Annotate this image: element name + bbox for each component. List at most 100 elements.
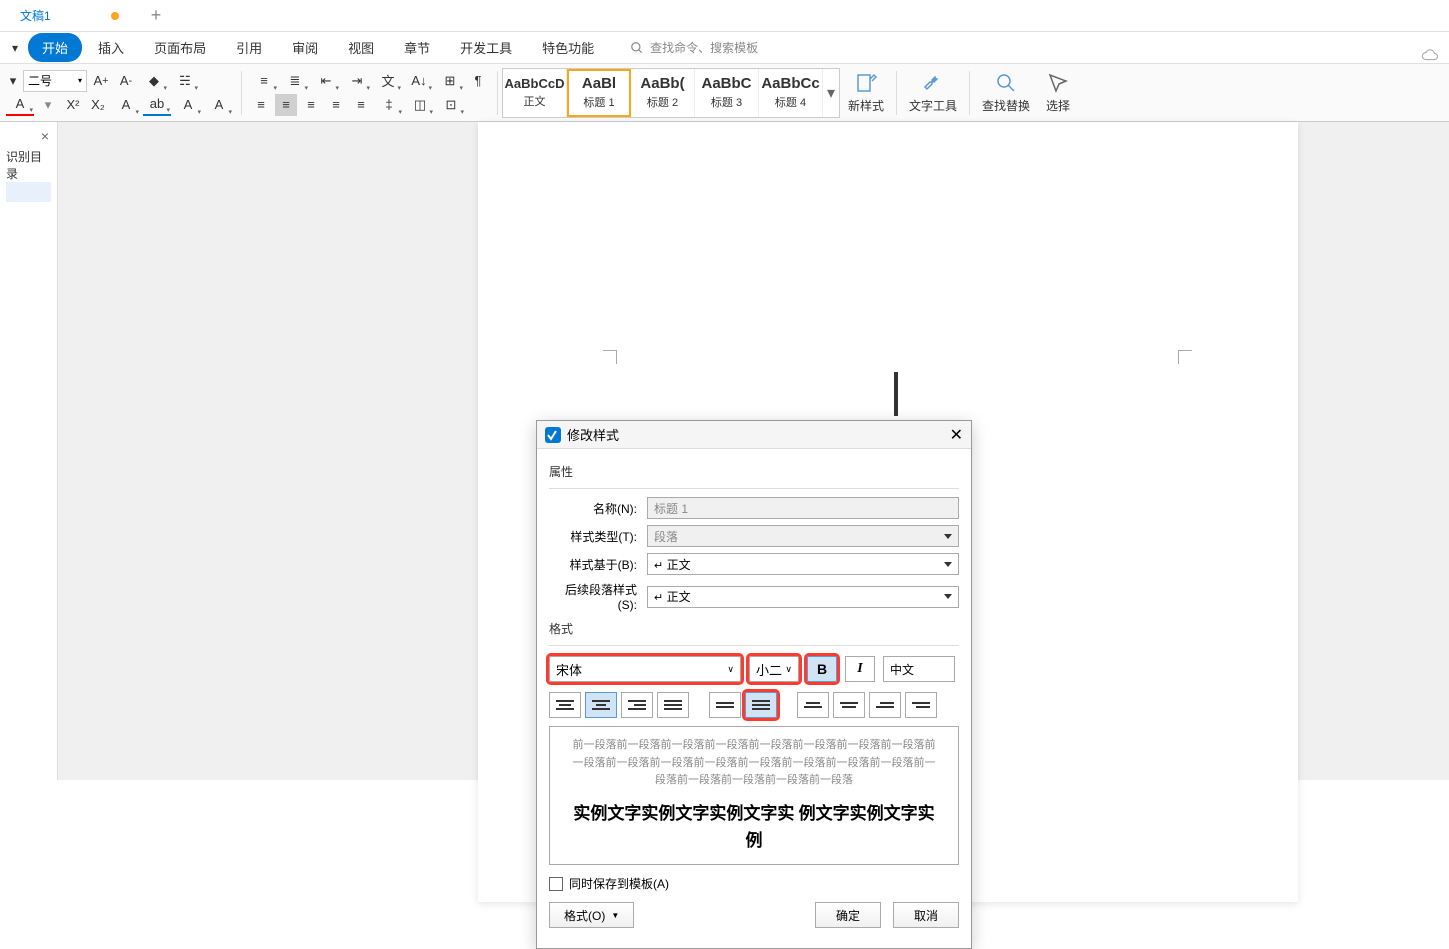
char-shading-icon[interactable]: A — [205, 94, 233, 116]
font-size-dialog-select[interactable]: 小二∨ — [749, 656, 799, 682]
numbering-icon[interactable]: ≣ — [281, 70, 309, 92]
menu-tab-ref[interactable]: 引用 — [222, 33, 276, 62]
menu-tab-special[interactable]: 特色功能 — [528, 33, 608, 62]
subscript-icon[interactable]: X₂ — [87, 94, 109, 116]
magnifier-icon — [994, 71, 1018, 95]
label-based: 样式基于(B): — [549, 556, 647, 573]
indent-before-inc[interactable] — [797, 692, 829, 718]
show-marks-icon[interactable]: ¶ — [467, 70, 489, 92]
format-menu-button[interactable]: 格式(O)▼ — [549, 902, 634, 928]
highlight-icon[interactable]: ab — [143, 94, 171, 116]
superscript-icon[interactable]: X² — [62, 94, 84, 116]
sidebar-close-icon[interactable]: × — [41, 128, 49, 144]
wrench-icon — [921, 71, 945, 95]
find-replace-button[interactable]: 查找替换 — [974, 71, 1038, 114]
dialog-align-right[interactable] — [621, 692, 653, 718]
style-heading4[interactable]: AaBbCc 标题 4 — [759, 69, 823, 117]
section-properties: 属性 — [549, 463, 959, 480]
new-style-icon — [854, 71, 878, 95]
add-tab-button[interactable]: + — [151, 5, 162, 26]
app-icon — [545, 427, 561, 443]
gallery-more-icon[interactable]: ▾ — [823, 69, 839, 117]
indent-after-dec[interactable] — [905, 692, 937, 718]
style-heading3[interactable]: AaBbC 标题 3 — [695, 69, 759, 117]
cursor-icon — [1046, 71, 1070, 95]
shading-icon[interactable]: ◫ — [406, 94, 434, 116]
sidebar-outline-title: 识别目录 — [6, 148, 51, 182]
type-select[interactable]: 段落 — [647, 525, 959, 547]
distribute-icon[interactable]: ≡ — [350, 94, 372, 116]
spacing-1[interactable] — [709, 692, 741, 718]
increase-font-icon[interactable]: A+ — [90, 70, 112, 92]
format-painter-icon[interactable]: ☵ — [171, 70, 199, 92]
italic-button[interactable]: I — [845, 656, 875, 682]
save-template-label: 同时保存到模板(A) — [569, 875, 669, 892]
align-right-icon[interactable]: ≡ — [300, 94, 322, 116]
font-family-dropdown[interactable]: ▾ — [6, 70, 20, 92]
line-spacing-icon[interactable]: ‡ — [375, 94, 403, 116]
justify-icon[interactable]: ≡ — [325, 94, 347, 116]
indent-after-inc[interactable] — [869, 692, 901, 718]
search-icon — [630, 41, 644, 55]
bold-button[interactable]: B — [807, 656, 837, 682]
styles-gallery[interactable]: AaBbCcD 正文 AaBl 标题 1 AaBb( 标题 2 AaBbC 标题… — [502, 68, 840, 118]
text-fill-icon[interactable]: A — [174, 94, 202, 116]
align-center-icon[interactable]: ≡ — [275, 94, 297, 116]
text-cursor — [894, 372, 898, 416]
style-normal[interactable]: AaBbCcD 正文 — [503, 69, 567, 117]
menu-tab-start[interactable]: 开始 — [28, 33, 82, 62]
margin-marker-tl — [603, 350, 617, 364]
font-color-icon[interactable]: A — [6, 94, 34, 116]
bold-icon[interactable]: ▾ — [37, 94, 59, 116]
modify-style-dialog: 修改样式 ✕ 属性 名称(N): 标题 1 样式类型(T): 段落 样式基于(B… — [536, 420, 972, 949]
menu-tab-review[interactable]: 审阅 — [278, 33, 332, 62]
dialog-align-center[interactable] — [585, 692, 617, 718]
style-preview: 前一段落前一段落前一段落前一段落前一段落前一段落前一段落前一段落前一段落前一段落… — [549, 726, 959, 865]
decrease-font-icon[interactable]: A- — [115, 70, 137, 92]
align-left-icon[interactable]: ≡ — [250, 94, 272, 116]
spacing-2[interactable] — [745, 692, 777, 718]
dialog-justify[interactable] — [657, 692, 689, 718]
label-next: 后续段落样式(S): — [549, 581, 647, 612]
ok-button[interactable]: 确定 — [815, 902, 881, 928]
increase-indent-icon[interactable]: ⇥ — [343, 70, 371, 92]
menu-tab-view[interactable]: 视图 — [334, 33, 388, 62]
decrease-indent-icon[interactable]: ⇤ — [312, 70, 340, 92]
name-input[interactable]: 标题 1 — [647, 497, 959, 519]
dialog-title-text: 修改样式 — [567, 425, 619, 444]
select-button[interactable]: 选择 — [1038, 71, 1078, 114]
document-tab[interactable]: 文稿1 — [4, 1, 135, 30]
file-menu[interactable]: ▾ — [4, 37, 26, 59]
text-tools-button[interactable]: 文字工具 — [901, 71, 965, 114]
font-size-select[interactable]: 二号▾ — [23, 70, 87, 92]
cancel-button[interactable]: 取消 — [893, 902, 959, 928]
change-case-icon[interactable]: A — [112, 94, 140, 116]
new-style-button[interactable]: 新样式 — [840, 71, 892, 114]
next-style-select[interactable]: ↵ 正文 — [647, 586, 959, 608]
search-placeholder: 查找命令、搜索模板 — [650, 39, 758, 56]
dialog-align-left[interactable] — [549, 692, 581, 718]
cloud-icon[interactable] — [1421, 48, 1439, 62]
save-template-checkbox[interactable] — [549, 877, 563, 891]
section-format: 格式 — [549, 620, 959, 637]
clear-format-icon[interactable]: ◆ — [140, 70, 168, 92]
margin-marker-tr — [1178, 350, 1192, 364]
menu-tab-chapter[interactable]: 章节 — [390, 33, 444, 62]
menu-tab-insert[interactable]: 插入 — [84, 33, 138, 62]
borders-icon[interactable]: ⊡ — [437, 94, 465, 116]
tabs-icon[interactable]: ⊞ — [436, 70, 464, 92]
outline-empty-item[interactable] — [6, 182, 51, 202]
style-heading2[interactable]: AaBb( 标题 2 — [631, 69, 695, 117]
menu-tab-layout[interactable]: 页面布局 — [140, 33, 220, 62]
based-on-select[interactable]: ↵ 正文 — [647, 553, 959, 575]
phonetic-icon[interactable]: 文 — [374, 70, 402, 92]
font-family-select[interactable]: 宋体∨ — [549, 656, 741, 682]
indent-before-dec[interactable] — [833, 692, 865, 718]
menu-tab-dev[interactable]: 开发工具 — [446, 33, 526, 62]
command-search[interactable]: 查找命令、搜索模板 — [630, 39, 758, 56]
dialog-close-button[interactable]: ✕ — [950, 425, 963, 445]
style-heading1[interactable]: AaBl 标题 1 — [567, 69, 631, 117]
sort-icon[interactable]: A↓ — [405, 70, 433, 92]
language-select[interactable]: 中文 — [883, 656, 955, 682]
bullets-icon[interactable]: ≡ — [250, 70, 278, 92]
